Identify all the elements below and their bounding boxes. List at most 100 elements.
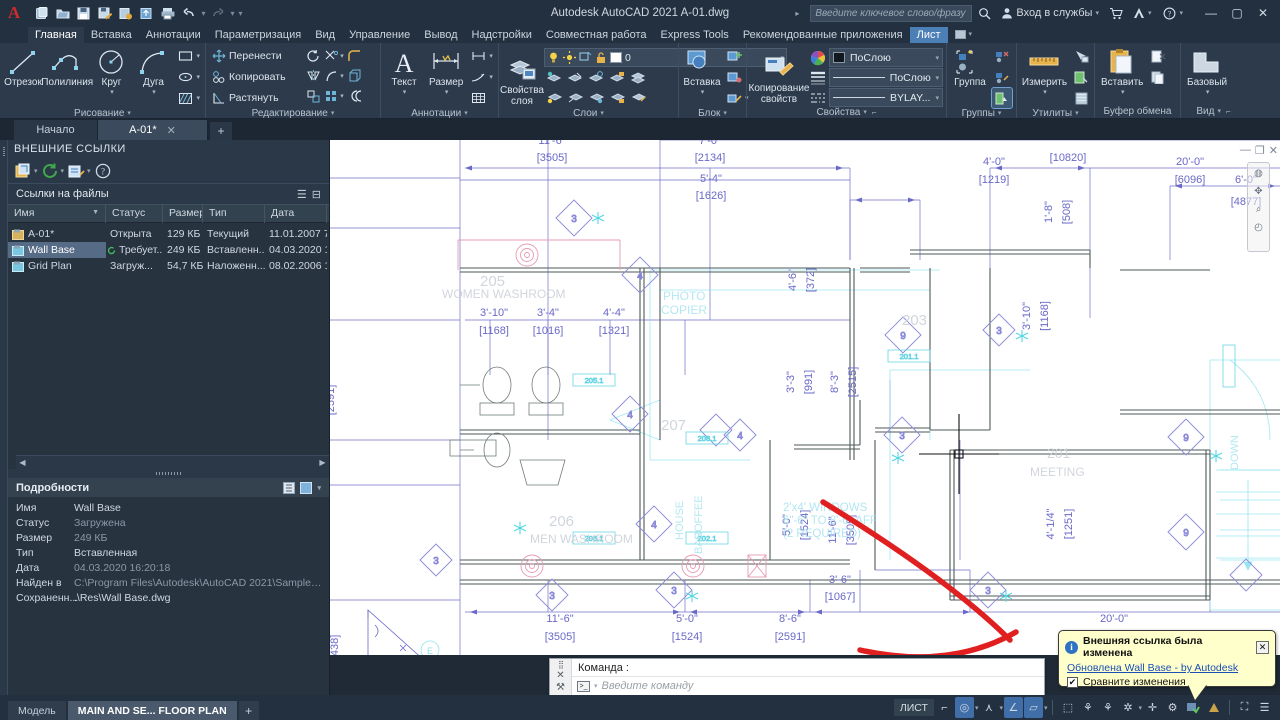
steering-wheel-icon[interactable]: ◍ — [1254, 168, 1263, 179]
sb-ortho-icon[interactable]: ∠ — [1003, 697, 1023, 718]
search-expand-icon[interactable]: ▸ — [795, 9, 799, 18]
export-icon[interactable] — [116, 3, 136, 23]
view-dialog-launcher[interactable]: ⌐ — [1224, 106, 1231, 118]
insert-block-button[interactable]: Вставка ▾ — [682, 46, 722, 97]
sb-hardware-accel-icon[interactable] — [1183, 697, 1203, 718]
fillet-button[interactable] — [345, 46, 365, 65]
trim-button[interactable]: ▾ — [324, 46, 344, 65]
panel-title-view[interactable]: Вид ▾ ⌐ — [1184, 105, 1243, 118]
help-button[interactable]: ? ▾ — [1158, 3, 1188, 23]
help-chevron-down-icon[interactable]: ▾ — [1179, 9, 1183, 17]
sign-in-chevron-down-icon[interactable]: ▾ — [1095, 9, 1099, 17]
tab-output[interactable]: Вывод — [417, 27, 464, 43]
column-header-status[interactable]: Статус — [106, 204, 163, 223]
compare-changes-checkbox[interactable]: ✔ — [1067, 676, 1078, 688]
open-file-icon[interactable] — [53, 3, 73, 23]
search-input[interactable]: Введите ключевое слово/фразу — [810, 4, 973, 22]
text-button[interactable]: A Текст ▾ — [384, 46, 424, 97]
list-view-icon[interactable]: ☰ — [297, 188, 307, 201]
tab-home[interactable]: Главная — [28, 27, 84, 43]
quick-calc-button[interactable] — [1071, 67, 1091, 87]
match-properties-button[interactable]: Копирование свойств — [749, 52, 809, 106]
preview-view-icon[interactable] — [300, 481, 313, 494]
layer-merge-button[interactable] — [628, 68, 648, 87]
layer-freeze-button[interactable] — [586, 68, 606, 87]
qat-overflow-icon[interactable]: ▾ — [237, 3, 244, 23]
arc-edit-button[interactable]: ▾ — [324, 66, 344, 85]
change-path-button[interactable]: ▾ — [67, 161, 92, 181]
minimize-button[interactable]: — — [1198, 2, 1224, 24]
group-button[interactable]: Группа — [950, 46, 990, 89]
undo-dropdown-icon[interactable]: ▾ — [200, 3, 207, 23]
linetype-chevron-down-icon[interactable]: ▾ — [935, 94, 939, 102]
plot-icon[interactable] — [158, 3, 178, 23]
ungroup-button[interactable] — [992, 46, 1012, 66]
column-header-type[interactable]: Тип — [203, 204, 265, 223]
stretch-button[interactable]: Растянуть — [209, 88, 301, 108]
tab-addins[interactable]: Надстройки — [465, 27, 539, 43]
sign-in-button[interactable]: Вход в службы ▾ — [996, 3, 1104, 23]
rectangle-button[interactable]: ▾ — [175, 46, 202, 66]
refresh-button[interactable]: ▾ — [41, 161, 66, 181]
leader-dropdown-icon[interactable]: ▾ — [489, 73, 493, 81]
file-tab-close-icon[interactable]: ✕ — [167, 124, 176, 137]
tab-view[interactable]: Вид — [308, 27, 342, 43]
compare-changes-checkbox-row[interactable]: ✔ Сравните изменения — [1067, 676, 1269, 688]
command-grip-icon[interactable]: ⣿ — [558, 660, 564, 669]
rotate-button[interactable] — [303, 46, 323, 65]
sb-annotation-scale-icon[interactable]: ⬚ — [1058, 697, 1077, 718]
tree-view-icon[interactable]: ⊟ — [312, 188, 321, 201]
sb-autoscale-icon[interactable]: ⚘ — [1098, 697, 1117, 718]
base-view-dropdown-icon[interactable]: ▾ — [1206, 88, 1210, 96]
sb-clean-screen-icon[interactable]: ⛶ — [1235, 697, 1254, 718]
copy-clip-button[interactable] — [1148, 67, 1168, 87]
column-header-date[interactable]: Дата — [265, 204, 327, 223]
drawing-close-icon[interactable]: ✕ — [1269, 144, 1278, 157]
autocad-logo-icon[interactable]: A — [0, 0, 28, 26]
horizontal-scrollbar[interactable]: ◀ ▶ — [16, 455, 329, 469]
paste-button[interactable]: Вставить ▾ — [1098, 46, 1146, 97]
lineweight-chevron-down-icon[interactable]: ▾ — [935, 74, 939, 82]
tab-parametric[interactable]: Параметризация — [208, 27, 308, 43]
maximize-button[interactable]: ▢ — [1224, 2, 1250, 24]
mirror-button[interactable] — [303, 66, 323, 85]
arc-dropdown-icon[interactable]: ▾ — [152, 88, 156, 96]
object-color-chevron-down-icon[interactable]: ▾ — [935, 54, 939, 62]
arc-button[interactable]: Дуга ▾ — [133, 46, 173, 97]
drawing-minimize-icon[interactable]: — — [1240, 144, 1251, 156]
xref-list-empty-area[interactable]: ◀ ▶ — [8, 274, 329, 469]
tab-sheet[interactable]: Лист — [909, 27, 948, 43]
ribbon-display-options[interactable]: ▾ — [948, 27, 980, 43]
cart-icon[interactable] — [1106, 3, 1126, 23]
circle-button[interactable]: Круг ▾ — [91, 46, 131, 97]
array3d-button[interactable] — [345, 66, 365, 85]
linetype-selector[interactable]: BYLAY... ▾ — [829, 88, 943, 107]
command-chevron-down-icon[interactable]: ▾ — [594, 682, 598, 690]
measure-button[interactable]: Измерить ▾ — [1020, 46, 1069, 97]
scroll-right-icon[interactable]: ▶ — [316, 456, 329, 469]
table-row[interactable]: A-01* Открыта 129 КБ Текущий 11.01.2007 … — [8, 226, 329, 242]
ellipse-button[interactable]: ▾ — [175, 67, 202, 87]
layer-unisolate-button[interactable] — [565, 68, 585, 87]
save-file-icon[interactable] — [74, 3, 94, 23]
object-color-selector[interactable]: ПоСлою ▾ — [829, 48, 943, 67]
paste-dropdown-icon[interactable]: ▾ — [1121, 88, 1125, 96]
group-edit-button[interactable] — [992, 67, 1012, 87]
layer-thaw-icon[interactable] — [563, 51, 576, 64]
scale-button[interactable] — [303, 86, 323, 105]
zoom-icon[interactable]: ⌕ — [1256, 204, 1262, 215]
layer-color-swatch[interactable] — [610, 52, 622, 63]
add-layout-button[interactable]: + — [238, 701, 259, 720]
layout-tab-floor-plan[interactable]: MAIN AND SE... FLOOR PLAN — [67, 701, 237, 720]
circle-dropdown-icon[interactable]: ▾ — [110, 88, 114, 96]
cut-button[interactable] — [1148, 46, 1168, 66]
cloud-save-icon[interactable] — [137, 3, 157, 23]
sb-isometric-chevron-down-icon[interactable]: ▾ — [1044, 704, 1048, 712]
redo-dropdown-icon[interactable]: ▾ — [229, 3, 236, 23]
scroll-left-icon[interactable]: ◀ — [16, 456, 29, 469]
xref-changed-balloon[interactable]: i Внешняя ссылка была изменена ✕ Обновле… — [1058, 630, 1276, 688]
layer-change-button[interactable] — [586, 88, 606, 107]
command-prompt-icon[interactable]: >_ — [577, 680, 590, 692]
tab-featured-apps[interactable]: Рекомендованные приложения — [736, 27, 910, 43]
sb-add-scale-icon[interactable]: ✛ — [1143, 697, 1162, 718]
